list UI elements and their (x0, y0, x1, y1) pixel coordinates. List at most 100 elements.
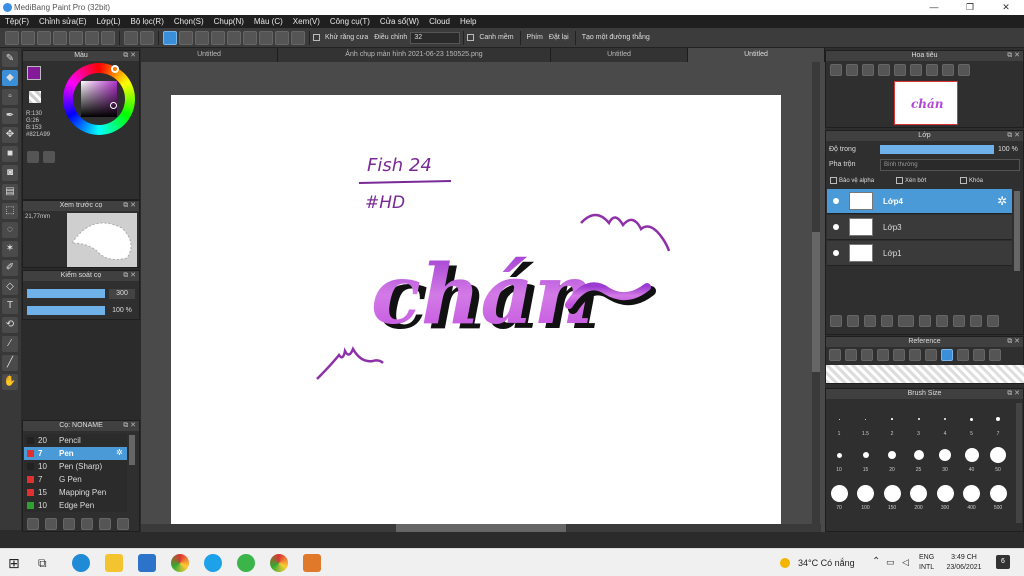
menu-file[interactable]: Tệp(F) (0, 17, 34, 26)
circle-icon[interactable] (243, 30, 257, 45)
close-button[interactable]: ✕ (988, 0, 1024, 15)
folder-icon[interactable] (919, 315, 931, 327)
new-layer-8bit-icon[interactable] (847, 315, 859, 327)
brush-size-dot[interactable] (939, 449, 951, 461)
brush-duplicate-icon[interactable] (117, 518, 129, 530)
delete-layer-icon[interactable] (987, 315, 999, 327)
brush-item-pencil[interactable]: 20 Pencil (24, 434, 127, 447)
share-icon[interactable] (21, 30, 35, 45)
evernote-icon[interactable] (237, 554, 255, 572)
menu-capture[interactable]: Chụp(N) (209, 17, 249, 26)
primary-color-swatch[interactable] (27, 66, 41, 80)
reset-button[interactable]: Đặt lại (549, 34, 569, 41)
tab-untitled-1[interactable]: Untitled (141, 48, 278, 62)
menu-cloud[interactable]: Cloud (424, 17, 455, 26)
brush-settings-icon[interactable]: ✲ (116, 448, 123, 457)
perspective-icon[interactable] (211, 30, 225, 45)
stack-icon[interactable] (85, 30, 99, 45)
text-tool-icon[interactable]: T (2, 298, 18, 314)
brush-size-dot[interactable] (836, 452, 842, 458)
eraser-tool-icon[interactable]: ◆ (2, 70, 18, 86)
notification-icon[interactable]: 6 (996, 555, 1010, 569)
select-tool-icon[interactable]: ⬚ (2, 203, 18, 219)
brush-size-dot[interactable] (857, 484, 874, 502)
halftone-icon[interactable] (881, 315, 893, 327)
brush-size-dot[interactable] (917, 418, 920, 420)
canvas-horizontal-scrollbar[interactable] (141, 524, 821, 532)
brush-size-slider[interactable] (27, 289, 105, 298)
brush-item-pen[interactable]: 7 Pen ✲ (24, 447, 127, 460)
brush-item-edge-pen[interactable]: 10 Edge Pen (24, 499, 127, 512)
brush-item-pen-sharp[interactable]: 10 Pen (Sharp) (24, 460, 127, 473)
brush-size-scrollbar[interactable] (1016, 403, 1022, 523)
clock[interactable]: 3:49 CH 23/06/2021 (946, 553, 982, 573)
file-explorer-icon[interactable] (105, 554, 123, 572)
zoom-out-icon[interactable] (878, 64, 890, 76)
pen-tool-icon[interactable]: ✒ (2, 108, 18, 124)
dot-tool-icon[interactable]: ▫ (2, 89, 18, 105)
merge-down-icon[interactable] (953, 315, 965, 327)
color-wheel[interactable] (63, 63, 135, 135)
bucket-tool-icon[interactable]: ◙ (2, 165, 18, 181)
menu-color[interactable]: Màu (C) (249, 17, 288, 26)
curve-icon[interactable] (259, 30, 273, 45)
cloud-icon[interactable] (5, 30, 19, 45)
brush-size-dot[interactable] (936, 484, 954, 502)
lock-view-icon[interactable] (958, 64, 970, 76)
zoom-in-icon[interactable] (830, 64, 842, 76)
minimize-button[interactable]: — (916, 0, 952, 15)
eyedropper-icon[interactable]: ⁄ (2, 336, 18, 352)
rotate-right-icon[interactable] (926, 64, 938, 76)
ref-rotate2-icon[interactable] (989, 349, 1001, 361)
brush-item-mapping-pen[interactable]: 15 Mapping Pen (24, 486, 127, 499)
eyedropper2-icon[interactable]: ╱ (2, 355, 18, 371)
ref-folder-icon[interactable] (845, 349, 857, 361)
brush-size-dot[interactable] (862, 452, 869, 458)
drawing-canvas[interactable]: Fish 24 #HD chán chán (171, 95, 781, 525)
brush-size-grid[interactable]: 1 1.5 2 3 4 5 7 10 15 20 25 30 40 50 70 100 150 200 300 400… (826, 401, 1016, 531)
ref-zoom-in-icon[interactable] (877, 349, 889, 361)
weather-text[interactable]: 34°C Có nắng (798, 558, 855, 568)
menu-select[interactable]: Chọn(S) (169, 17, 209, 26)
navigator-preview[interactable]: chán (894, 81, 958, 125)
layer-row-3[interactable]: Lớp3 (827, 215, 1012, 240)
medibang-icon[interactable] (303, 554, 321, 572)
brush-new-icon[interactable] (45, 518, 57, 530)
tile-icon[interactable] (53, 30, 67, 45)
brush-opacity-slider[interactable] (27, 306, 105, 315)
brush-size-dot[interactable] (913, 450, 924, 460)
new-layer-1bit-icon[interactable] (864, 315, 876, 327)
flip-icon[interactable] (942, 64, 954, 76)
layer-scrollbar[interactable] (1014, 191, 1020, 271)
brush-size-dot[interactable] (883, 484, 901, 502)
brush-size-dot[interactable] (888, 451, 896, 459)
network-icon[interactable]: ▭ (886, 557, 895, 568)
parallel-snap-icon[interactable] (179, 30, 193, 45)
transparent-swatch[interactable] (29, 91, 41, 103)
comment-icon[interactable] (37, 30, 51, 45)
layer-opacity-slider[interactable] (880, 145, 994, 154)
undo-icon[interactable] (124, 30, 138, 45)
brush-folder-icon[interactable] (99, 518, 111, 530)
brush-size-dot[interactable] (963, 484, 980, 502)
page-icon[interactable] (69, 30, 83, 45)
canvas-vertical-scrollbar[interactable] (812, 62, 820, 524)
ref-rotate-icon[interactable] (957, 349, 969, 361)
divide-tool-icon[interactable]: ⟲ (2, 317, 18, 333)
brush-add-icon[interactable] (27, 518, 39, 530)
brush-size-dot[interactable] (989, 484, 1007, 502)
brush-size-dot[interactable] (838, 418, 840, 420)
snap-checkbox[interactable] (467, 34, 475, 41)
ref-zoom-out-icon[interactable] (909, 349, 921, 361)
grid-snap-icon[interactable] (195, 30, 209, 45)
layer-row-1[interactable]: Lớp1 (827, 241, 1012, 266)
ref-fullscreen-icon[interactable] (973, 349, 985, 361)
brush-size-value[interactable]: 300 (109, 289, 135, 299)
tab-untitled-3[interactable]: Untitled (688, 48, 825, 62)
ref-close-icon[interactable] (861, 349, 873, 361)
maximize-button[interactable]: ❐ (952, 0, 988, 15)
lock-checkbox[interactable] (960, 177, 967, 184)
magic-wand-icon[interactable]: ✶ (2, 241, 18, 257)
zoom-in-2-icon[interactable] (846, 64, 858, 76)
chrome-2-icon[interactable] (270, 554, 288, 572)
